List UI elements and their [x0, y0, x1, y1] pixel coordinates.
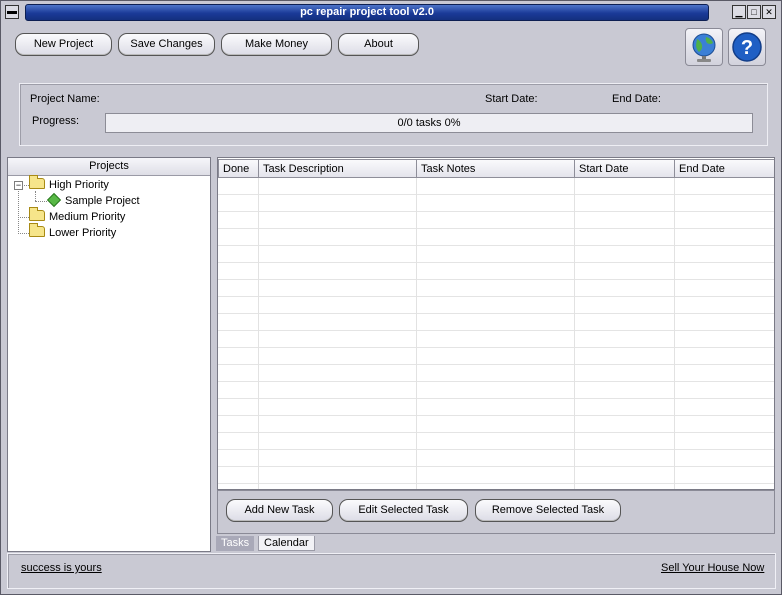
- help-button[interactable]: ?: [728, 28, 766, 66]
- tree-line: [18, 233, 29, 234]
- column-header-task-description[interactable]: Task Description: [258, 159, 417, 178]
- table-row[interactable]: [218, 314, 774, 331]
- tree-item-sample-project[interactable]: Sample Project: [46, 192, 140, 209]
- table-row[interactable]: [218, 399, 774, 416]
- column-divider: [574, 178, 575, 489]
- table-row[interactable]: [218, 178, 774, 195]
- table-row[interactable]: [218, 195, 774, 212]
- title-bar[interactable]: ▬ pc repair project tool v2.0 ▁ □ ✕: [1, 1, 781, 23]
- table-row[interactable]: [218, 416, 774, 433]
- table-header: Done Task Description Task Notes Start D…: [218, 158, 774, 178]
- projects-header: Projects: [8, 158, 210, 176]
- tree-line: [18, 217, 29, 218]
- progress-text: 0/0 tasks 0%: [397, 117, 461, 129]
- tree-line: [35, 201, 47, 202]
- main-window: ▬ pc repair project tool v2.0 ▁ □ ✕ New …: [0, 0, 782, 595]
- minimize-button[interactable]: ▁: [732, 5, 746, 19]
- tree-item-lower-priority[interactable]: Lower Priority: [29, 223, 117, 241]
- tree-item-label: Medium Priority: [49, 211, 126, 223]
- system-menu-icon[interactable]: ▬: [5, 5, 19, 19]
- column-header-task-notes[interactable]: Task Notes: [416, 159, 575, 178]
- end-date-label: End Date:: [612, 93, 661, 105]
- tree-item-label: Lower Priority: [49, 227, 117, 239]
- column-divider: [416, 178, 417, 489]
- column-header-done[interactable]: Done: [218, 159, 259, 178]
- help-icon: ?: [732, 32, 762, 62]
- table-row[interactable]: [218, 246, 774, 263]
- globe-button[interactable]: [685, 28, 723, 66]
- project-leaf-icon: [46, 192, 62, 208]
- add-new-task-button[interactable]: Add New Task: [226, 499, 333, 522]
- progress-bar: 0/0 tasks 0%: [105, 113, 753, 133]
- maximize-button[interactable]: □: [747, 5, 761, 19]
- globe-icon: [692, 33, 716, 62]
- tree-item-label: High Priority: [49, 179, 109, 191]
- column-divider: [674, 178, 675, 489]
- table-row[interactable]: [218, 467, 774, 484]
- tree-item-label: Sample Project: [65, 195, 140, 207]
- tree-line: [18, 191, 19, 234]
- save-changes-button[interactable]: Save Changes: [118, 33, 215, 56]
- table-row[interactable]: [218, 263, 774, 280]
- table-row[interactable]: [218, 365, 774, 382]
- close-button[interactable]: ✕: [762, 5, 776, 19]
- tab-calendar[interactable]: Calendar: [258, 536, 315, 551]
- table-row[interactable]: [218, 212, 774, 229]
- table-row[interactable]: [218, 382, 774, 399]
- help-glyph: ?: [741, 37, 753, 59]
- table-row[interactable]: [218, 229, 774, 246]
- edit-selected-task-button[interactable]: Edit Selected Task: [339, 499, 468, 522]
- column-divider: [258, 178, 259, 489]
- sell-house-link[interactable]: Sell Your House Now: [661, 562, 764, 574]
- projects-tree[interactable]: Projects − High Priority Sample Project …: [7, 157, 211, 552]
- make-money-button[interactable]: Make Money: [221, 33, 332, 56]
- table-row[interactable]: [218, 280, 774, 297]
- tab-tasks[interactable]: Tasks: [216, 536, 255, 551]
- about-button[interactable]: About: [338, 33, 419, 56]
- progress-label: Progress:: [32, 115, 80, 127]
- table-row[interactable]: [218, 331, 774, 348]
- column-header-start-date[interactable]: Start Date: [574, 159, 675, 178]
- new-project-button[interactable]: New Project: [15, 33, 112, 56]
- folder-icon: [29, 175, 45, 189]
- folder-icon: [29, 207, 45, 221]
- table-row[interactable]: [218, 297, 774, 314]
- start-date-label: Start Date:: [485, 93, 538, 105]
- tasks-table[interactable]: Done Task Description Task Notes Start D…: [217, 157, 775, 490]
- project-name-label: Project Name:: [30, 93, 100, 105]
- column-header-end-date[interactable]: End Date: [674, 159, 774, 178]
- collapse-toggle[interactable]: −: [14, 181, 23, 190]
- folder-icon: [29, 223, 45, 237]
- table-row[interactable]: [218, 348, 774, 365]
- tree-item-high-priority[interactable]: High Priority: [29, 175, 109, 193]
- remove-selected-task-button[interactable]: Remove Selected Task: [475, 499, 621, 522]
- success-link[interactable]: success is yours: [21, 562, 102, 574]
- tree-item-medium-priority[interactable]: Medium Priority: [29, 207, 126, 225]
- table-row[interactable]: [218, 433, 774, 450]
- window-title: pc repair project tool v2.0: [25, 4, 709, 21]
- table-row[interactable]: [218, 450, 774, 467]
